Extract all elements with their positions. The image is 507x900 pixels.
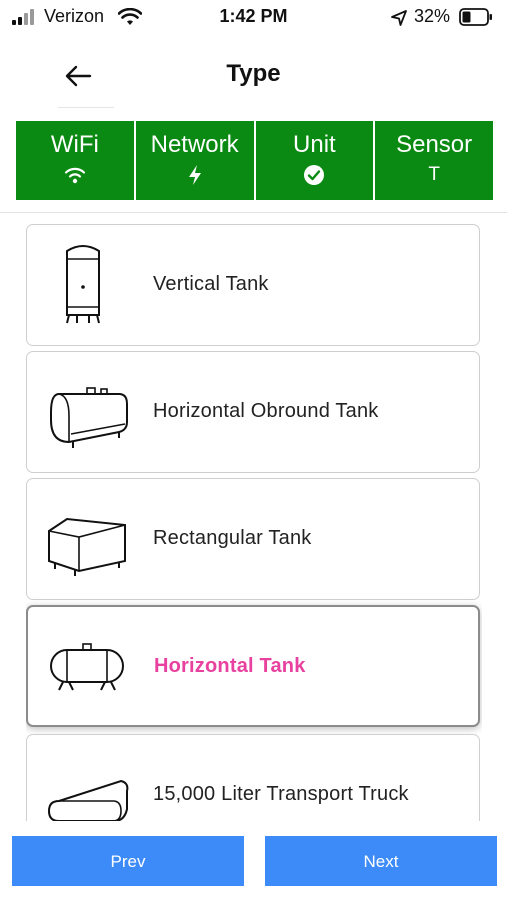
step-wifi[interactable]: WiFi	[16, 121, 134, 200]
status-bar: Verizon 1:42 PM 32%	[0, 0, 507, 36]
step-label: Sensor	[396, 131, 473, 158]
list-item-rectangular-tank[interactable]: Rectangular Tank	[26, 478, 480, 600]
step-label: Unit	[293, 131, 336, 158]
steps-divider	[0, 212, 507, 213]
step-label: Network	[150, 131, 239, 158]
wifi-icon	[64, 167, 85, 184]
battery-icon	[459, 8, 492, 26]
vertical-tank-icon	[66, 245, 100, 324]
list-item-horizontal-obround-tank[interactable]: Horizontal Obround Tank	[26, 351, 480, 473]
sensor-type-letter: T	[428, 164, 440, 185]
page-title: Type	[226, 60, 281, 87]
rectangular-tank-icon	[48, 517, 126, 576]
horizontal-tank-icon	[50, 643, 124, 691]
bolt-icon	[188, 165, 201, 185]
next-button-label: Next	[363, 852, 399, 871]
check-circle-icon	[304, 165, 325, 185]
list-item-label: 15,000 Liter Transport Truck	[153, 782, 409, 805]
battery-percentage: 32%	[414, 6, 451, 26]
prev-button[interactable]: Prev	[12, 836, 244, 886]
step-sensor[interactable]: Sensor T	[375, 121, 493, 200]
list-item-label: Vertical Tank	[153, 272, 269, 295]
list-item-vertical-tank[interactable]: Vertical Tank	[26, 224, 480, 346]
location-arrow-icon	[391, 10, 407, 26]
list-item-transport-truck[interactable]: 15,000 Liter Transport Truck	[26, 734, 480, 821]
list-item-label: Rectangular Tank	[153, 526, 312, 549]
tank-type-list[interactable]: Vertical Tank Horizontal Obround Tank Re…	[26, 224, 482, 821]
step-label: WiFi	[50, 131, 99, 158]
transport-truck-icon	[47, 779, 129, 821]
setup-steps: WiFi Network Unit Sensor T	[16, 121, 493, 200]
horizontal-obround-tank-icon	[50, 387, 128, 448]
prev-button-label: Prev	[110, 852, 146, 871]
step-unit[interactable]: Unit	[255, 121, 374, 200]
list-item-label: Horizontal Tank	[154, 654, 306, 677]
header-divider	[58, 107, 114, 108]
step-network[interactable]: Network	[135, 121, 254, 200]
next-button[interactable]: Next	[265, 836, 497, 886]
list-item-horizontal-tank[interactable]: Horizontal Tank	[26, 605, 480, 727]
list-item-label: Horizontal Obround Tank	[153, 399, 379, 422]
